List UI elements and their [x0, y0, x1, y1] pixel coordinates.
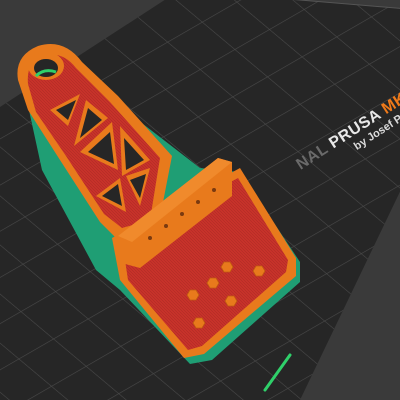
plate-hole-2 — [252, 265, 266, 277]
plate-hole-3 — [186, 289, 200, 301]
plate-hole-5 — [192, 317, 206, 329]
plate-hole-4 — [224, 295, 238, 307]
plate-hole-1 — [220, 261, 234, 273]
3d-viewport[interactable]: NAL PRUSA MK4S by Josef Pr — [0, 0, 400, 400]
wall-hole-3 — [180, 212, 184, 216]
print-scene[interactable] — [0, 0, 400, 400]
wall-hole-4 — [196, 200, 200, 204]
wall-hole-5 — [212, 188, 216, 192]
wall-hole-1 — [148, 236, 152, 240]
plate-hole-6 — [206, 277, 220, 289]
wall-hole-2 — [164, 224, 168, 228]
